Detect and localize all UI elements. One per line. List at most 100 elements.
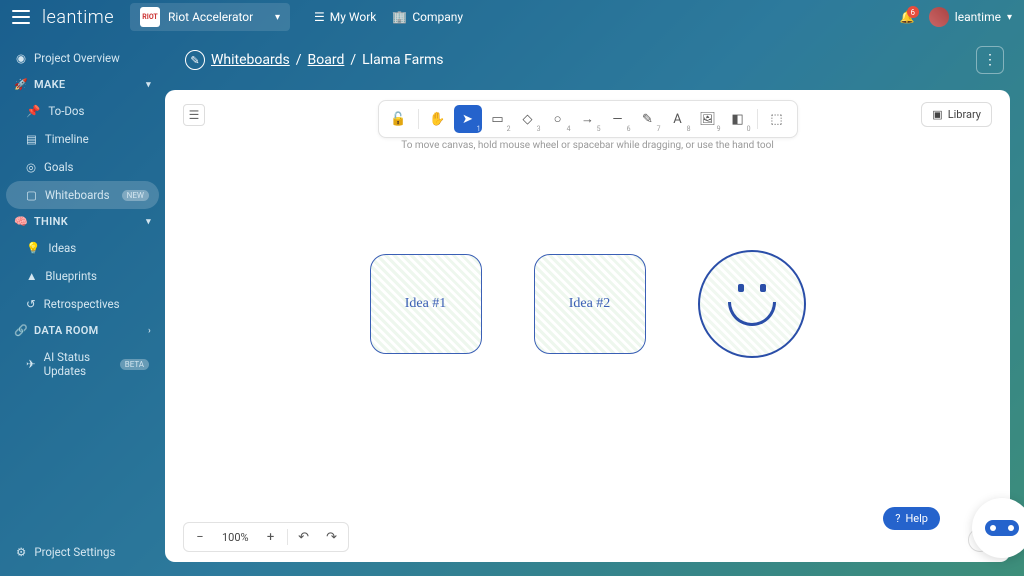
sidebar-item-settings[interactable]: ⚙ Project Settings xyxy=(6,538,159,566)
tool-text[interactable]: A8 xyxy=(664,105,692,133)
tool-line[interactable]: —6 xyxy=(604,105,632,133)
sidebar-item-label: Goals xyxy=(44,160,73,174)
tool-hand[interactable]: ✋ xyxy=(424,105,452,133)
hand-icon: ✋ xyxy=(429,112,445,127)
tool-frame[interactable]: ⬚ xyxy=(763,105,791,133)
menu-toggle-icon[interactable] xyxy=(12,10,30,24)
lock-icon: 🔓 xyxy=(390,112,406,127)
sidebar-item-ai-status[interactable]: ✈ AI Status Updates BETA xyxy=(6,343,159,385)
canvas-hint: To move canvas, hold mouse wheel or spac… xyxy=(401,140,774,151)
user-menu[interactable]: leantime ▾ xyxy=(929,7,1012,27)
library-button[interactable]: ▣ Library xyxy=(921,102,992,127)
chatbot-launcher[interactable] xyxy=(972,498,1024,558)
help-label: Help xyxy=(905,512,928,525)
toolbar-divider xyxy=(757,109,758,129)
canvas-shape-idea1[interactable]: Idea #1 xyxy=(370,254,482,354)
sidebar-section-label: MAKE xyxy=(34,78,65,91)
avatar xyxy=(929,7,949,27)
redo-icon: ↷ xyxy=(326,530,337,545)
redo-button[interactable]: ↷ xyxy=(320,526,344,548)
canvas-menu-button[interactable]: ☰ xyxy=(183,104,205,126)
sidebar-section-dataroom[interactable]: 🔗 DATA ROOM › xyxy=(6,318,159,343)
sidebar-item-label: AI Status Updates xyxy=(44,350,112,378)
project-name: Riot Accelerator xyxy=(168,10,253,24)
tool-key: 6 xyxy=(627,125,631,133)
help-button[interactable]: ? Help xyxy=(883,507,940,530)
sidebar-item-whiteboards[interactable]: ▢ Whiteboards NEW xyxy=(6,181,159,209)
bulb-icon: 💡 xyxy=(26,241,40,255)
gauge-icon: ◉ xyxy=(16,51,26,65)
tool-eraser[interactable]: ◧0 xyxy=(724,105,752,133)
building-icon: 🏢 xyxy=(392,10,407,24)
tool-diamond[interactable]: ◇3 xyxy=(514,105,542,133)
breadcrumb-mid[interactable]: Board xyxy=(308,52,345,68)
sidebar-item-goals[interactable]: ◎ Goals xyxy=(6,153,159,181)
blueprint-icon: ▲ xyxy=(26,269,37,283)
tool-key: 9 xyxy=(717,125,721,133)
breadcrumb-sep: / xyxy=(350,52,356,68)
nav-company[interactable]: 🏢 Company xyxy=(392,10,463,24)
bot-face-icon xyxy=(985,520,1019,536)
diamond-icon: ◇ xyxy=(523,112,533,127)
project-selector[interactable]: RIOT Riot Accelerator ▾ xyxy=(130,3,290,31)
tool-rectangle[interactable]: ▭2 xyxy=(484,105,512,133)
breadcrumb-root[interactable]: Whiteboards xyxy=(211,52,290,68)
tool-lock[interactable]: 🔓 xyxy=(385,105,413,133)
whiteboard-canvas[interactable]: ☰ 🔓 ✋ ➤1 ▭2 ◇3 ○4 →5 —6 ✎7 A8 🖼9 ◧0 ⬚ xyxy=(165,90,1010,562)
tool-draw[interactable]: ✎7 xyxy=(634,105,662,133)
tool-key: 4 xyxy=(567,125,571,133)
nav-my-work[interactable]: ☰ My Work xyxy=(314,10,376,24)
sidebar-item-timeline[interactable]: ▤ Timeline xyxy=(6,125,159,153)
zoom-in-button[interactable]: + xyxy=(259,526,283,548)
sidebar-item-label: Whiteboards xyxy=(45,188,110,202)
circle-icon: ○ xyxy=(554,111,562,127)
gear-icon: ⚙ xyxy=(16,545,26,559)
timeline-icon: ▤ xyxy=(26,132,37,146)
board-options-button[interactable]: ⋮ xyxy=(976,46,1004,74)
book-icon: ▣ xyxy=(932,108,942,121)
tool-key: 3 xyxy=(537,125,541,133)
pencil-icon: ✎ xyxy=(642,112,653,127)
shape-label: Idea #2 xyxy=(569,296,611,312)
shape-label: Idea #1 xyxy=(405,296,447,312)
sidebar-item-label: Project Settings xyxy=(34,545,115,559)
brand-logo: leantime xyxy=(42,7,114,28)
sidebar-item-label: Project Overview xyxy=(34,51,120,65)
tool-key: 2 xyxy=(507,125,511,133)
hamburger-icon: ☰ xyxy=(189,108,200,122)
plus-icon: + xyxy=(267,530,274,545)
tool-select[interactable]: ➤1 xyxy=(454,105,482,133)
notifications-button[interactable]: 🔔 6 xyxy=(900,10,915,24)
zoom-value[interactable]: 100% xyxy=(216,531,255,544)
text-icon: A xyxy=(673,112,681,127)
sidebar-item-blueprints[interactable]: ▲ Blueprints xyxy=(6,262,159,290)
canvas-shape-idea2[interactable]: Idea #2 xyxy=(534,254,646,354)
smiley-eye-icon xyxy=(760,284,766,292)
sidebar-item-label: Ideas xyxy=(48,241,76,255)
sidebar-item-todos[interactable]: 📌 To-Dos xyxy=(6,97,159,125)
tool-arrow[interactable]: →5 xyxy=(574,105,602,133)
tool-image[interactable]: 🖼9 xyxy=(694,105,722,133)
chevron-down-icon: ▾ xyxy=(275,12,280,23)
sidebar-item-ideas[interactable]: 💡 Ideas xyxy=(6,234,159,262)
project-logo: RIOT xyxy=(140,7,160,27)
sidebar-item-retrospectives[interactable]: ↺ Retrospectives xyxy=(6,290,159,318)
undo-icon: ↶ xyxy=(298,530,309,545)
eraser-icon: ◧ xyxy=(731,112,743,127)
undo-button[interactable]: ↶ xyxy=(292,526,316,548)
frame-icon: ⬚ xyxy=(770,112,782,127)
zoom-out-button[interactable]: − xyxy=(188,526,212,548)
line-icon: — xyxy=(612,112,622,127)
canvas-shape-smiley[interactable] xyxy=(698,250,806,358)
new-badge: NEW xyxy=(122,190,149,201)
sidebar-item-label: Timeline xyxy=(45,132,89,146)
brain-icon: 🧠 xyxy=(14,215,28,228)
whiteboard-icon: ✎ xyxy=(185,50,205,70)
tool-ellipse[interactable]: ○4 xyxy=(544,105,572,133)
sidebar-section-make[interactable]: 🚀 MAKE ▾ xyxy=(6,72,159,97)
toolbar-divider xyxy=(287,529,288,545)
sidebar-item-overview[interactable]: ◉ Project Overview xyxy=(6,44,159,72)
sidebar-section-think[interactable]: 🧠 THINK ▾ xyxy=(6,209,159,234)
sidebar-item-label: Retrospectives xyxy=(44,297,120,311)
rocket-icon: 🚀 xyxy=(14,78,28,91)
